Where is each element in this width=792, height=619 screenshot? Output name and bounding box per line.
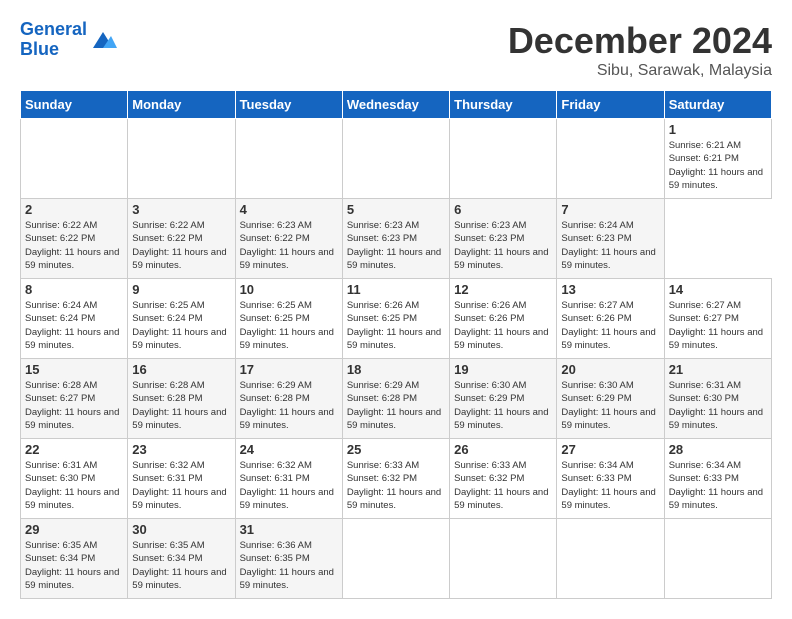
calendar-cell xyxy=(450,519,557,599)
calendar-week-1: 1Sunrise: 6:21 AMSunset: 6:21 PMDaylight… xyxy=(21,119,772,199)
calendar-cell: 11Sunrise: 6:26 AMSunset: 6:25 PMDayligh… xyxy=(342,279,449,359)
calendar-cell: 10Sunrise: 6:25 AMSunset: 6:25 PMDayligh… xyxy=(235,279,342,359)
calendar-week-4: 15Sunrise: 6:28 AMSunset: 6:27 PMDayligh… xyxy=(21,359,772,439)
calendar-cell: 14Sunrise: 6:27 AMSunset: 6:27 PMDayligh… xyxy=(664,279,771,359)
calendar-cell: 8Sunrise: 6:24 AMSunset: 6:24 PMDaylight… xyxy=(21,279,128,359)
title-area: December 2024 Sibu, Sarawak, Malaysia xyxy=(508,20,772,80)
calendar-cell: 1Sunrise: 6:21 AMSunset: 6:21 PMDaylight… xyxy=(664,119,771,199)
calendar-header-row: SundayMondayTuesdayWednesdayThursdayFrid… xyxy=(21,91,772,119)
calendar-cell xyxy=(664,519,771,599)
calendar-cell: 17Sunrise: 6:29 AMSunset: 6:28 PMDayligh… xyxy=(235,359,342,439)
calendar-week-3: 8Sunrise: 6:24 AMSunset: 6:24 PMDaylight… xyxy=(21,279,772,359)
month-title: December 2024 xyxy=(508,20,772,62)
calendar-cell: 6Sunrise: 6:23 AMSunset: 6:23 PMDaylight… xyxy=(450,199,557,279)
header-monday: Monday xyxy=(128,91,235,119)
calendar-cell: 21Sunrise: 6:31 AMSunset: 6:30 PMDayligh… xyxy=(664,359,771,439)
calendar-cell: 18Sunrise: 6:29 AMSunset: 6:28 PMDayligh… xyxy=(342,359,449,439)
header-wednesday: Wednesday xyxy=(342,91,449,119)
calendar-cell: 5Sunrise: 6:23 AMSunset: 6:23 PMDaylight… xyxy=(342,199,449,279)
calendar-cell: 25Sunrise: 6:33 AMSunset: 6:32 PMDayligh… xyxy=(342,439,449,519)
header-thursday: Thursday xyxy=(450,91,557,119)
calendar-table: SundayMondayTuesdayWednesdayThursdayFrid… xyxy=(20,90,772,599)
calendar-cell: 27Sunrise: 6:34 AMSunset: 6:33 PMDayligh… xyxy=(557,439,664,519)
header-sunday: Sunday xyxy=(21,91,128,119)
calendar-cell: 15Sunrise: 6:28 AMSunset: 6:27 PMDayligh… xyxy=(21,359,128,439)
calendar-cell xyxy=(342,519,449,599)
location: Sibu, Sarawak, Malaysia xyxy=(508,62,772,80)
calendar-cell: 28Sunrise: 6:34 AMSunset: 6:33 PMDayligh… xyxy=(664,439,771,519)
calendar-cell: 13Sunrise: 6:27 AMSunset: 6:26 PMDayligh… xyxy=(557,279,664,359)
empty-cell xyxy=(342,119,449,199)
calendar-week-2: 2Sunrise: 6:22 AMSunset: 6:22 PMDaylight… xyxy=(21,199,772,279)
empty-cell xyxy=(235,119,342,199)
page-header: GeneralBlue December 2024 Sibu, Sarawak,… xyxy=(20,20,772,80)
calendar-week-6: 29Sunrise: 6:35 AMSunset: 6:34 PMDayligh… xyxy=(21,519,772,599)
empty-cell xyxy=(21,119,128,199)
empty-cell xyxy=(450,119,557,199)
logo-text: GeneralBlue xyxy=(20,20,87,60)
calendar-cell: 23Sunrise: 6:32 AMSunset: 6:31 PMDayligh… xyxy=(128,439,235,519)
calendar-cell: 20Sunrise: 6:30 AMSunset: 6:29 PMDayligh… xyxy=(557,359,664,439)
calendar-cell: 26Sunrise: 6:33 AMSunset: 6:32 PMDayligh… xyxy=(450,439,557,519)
calendar-cell: 24Sunrise: 6:32 AMSunset: 6:31 PMDayligh… xyxy=(235,439,342,519)
logo: GeneralBlue xyxy=(20,20,113,60)
calendar-cell: 22Sunrise: 6:31 AMSunset: 6:30 PMDayligh… xyxy=(21,439,128,519)
calendar-cell: 16Sunrise: 6:28 AMSunset: 6:28 PMDayligh… xyxy=(128,359,235,439)
header-saturday: Saturday xyxy=(664,91,771,119)
calendar-cell: 29Sunrise: 6:35 AMSunset: 6:34 PMDayligh… xyxy=(21,519,128,599)
calendar-cell: 7Sunrise: 6:24 AMSunset: 6:23 PMDaylight… xyxy=(557,199,664,279)
calendar-cell: 3Sunrise: 6:22 AMSunset: 6:22 PMDaylight… xyxy=(128,199,235,279)
calendar-cell: 4Sunrise: 6:23 AMSunset: 6:22 PMDaylight… xyxy=(235,199,342,279)
calendar-cell: 30Sunrise: 6:35 AMSunset: 6:34 PMDayligh… xyxy=(128,519,235,599)
calendar-cell: 12Sunrise: 6:26 AMSunset: 6:26 PMDayligh… xyxy=(450,279,557,359)
calendar-cell: 19Sunrise: 6:30 AMSunset: 6:29 PMDayligh… xyxy=(450,359,557,439)
header-friday: Friday xyxy=(557,91,664,119)
calendar-cell: 2Sunrise: 6:22 AMSunset: 6:22 PMDaylight… xyxy=(21,199,128,279)
calendar-cell xyxy=(557,519,664,599)
empty-cell xyxy=(128,119,235,199)
logo-icon xyxy=(89,30,113,50)
calendar-week-5: 22Sunrise: 6:31 AMSunset: 6:30 PMDayligh… xyxy=(21,439,772,519)
empty-cell xyxy=(557,119,664,199)
calendar-cell: 31Sunrise: 6:36 AMSunset: 6:35 PMDayligh… xyxy=(235,519,342,599)
calendar-cell: 9Sunrise: 6:25 AMSunset: 6:24 PMDaylight… xyxy=(128,279,235,359)
header-tuesday: Tuesday xyxy=(235,91,342,119)
